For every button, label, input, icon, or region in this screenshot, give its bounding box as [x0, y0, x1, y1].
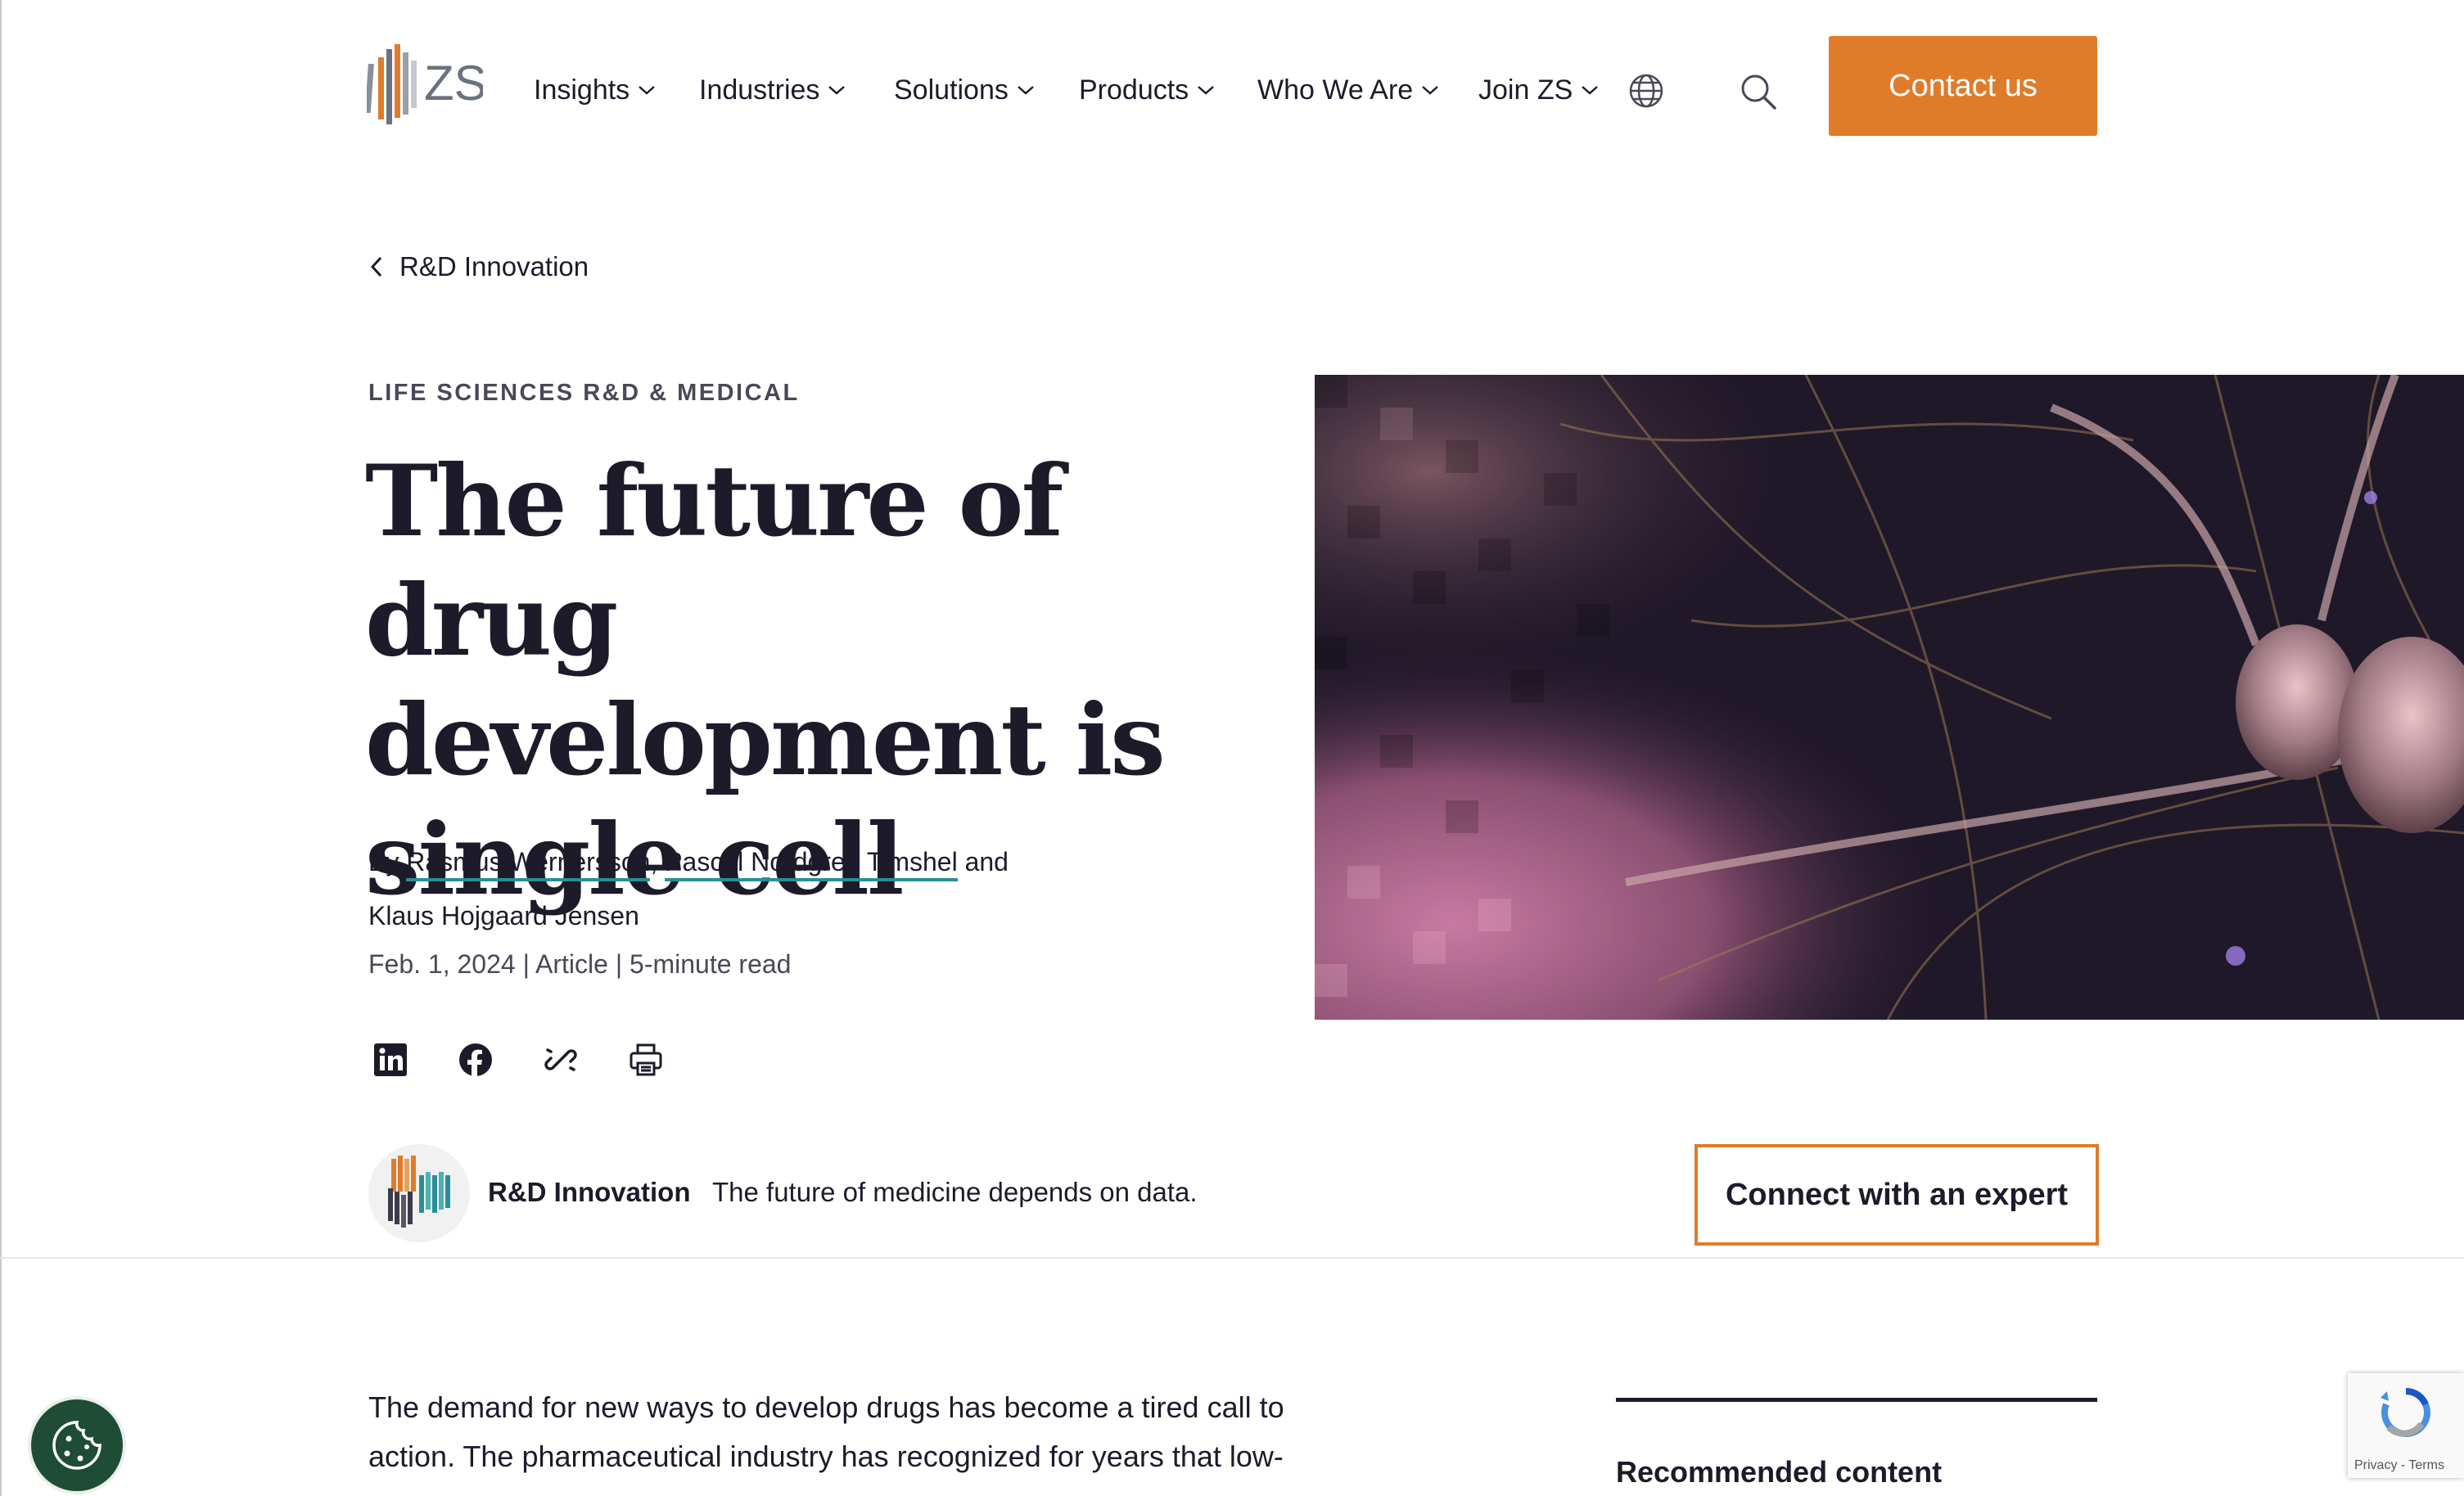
zs-logo[interactable]: ZS [364, 39, 487, 129]
chevron-down-icon [1198, 86, 1215, 95]
cookie-icon [52, 1421, 102, 1470]
article-category: LIFE SCIENCES R&D & MEDICAL [368, 380, 800, 406]
chevron-down-icon [1422, 86, 1439, 95]
chevron-down-icon [1582, 86, 1599, 95]
nav-who-we-are[interactable]: Who We Are [1257, 67, 1439, 113]
connect-expert-button[interactable]: Connect with an expert [1695, 1144, 2099, 1246]
search-icon[interactable] [1739, 72, 1778, 111]
nav-join-zs[interactable]: Join ZS [1478, 67, 1599, 113]
title-line: The future of drug [365, 444, 1063, 678]
author-link[interactable]: Klaus Hojgaard Jensen [368, 901, 639, 930]
article-body-intro: The demand for new ways to develop drugs… [368, 1390, 1284, 1473]
nav-label: Solutions [894, 74, 1009, 106]
globe-icon[interactable] [1627, 72, 1665, 110]
nav-products[interactable]: Products [1079, 67, 1215, 113]
logo-text: ZS [424, 56, 483, 110]
chevron-down-icon [639, 86, 656, 95]
site-header: ZS Insights Industries Solutions Product… [0, 0, 2464, 164]
nav-label: Products [1079, 74, 1189, 106]
hero-image [1315, 375, 2464, 1020]
nav-label: Join ZS [1478, 74, 1573, 106]
recaptcha-badge[interactable]: Privacy - Terms [2348, 1373, 2464, 1478]
nav-label: Industries [699, 74, 820, 106]
window-edge [0, 0, 2, 1496]
topic-description: The future of medicine depends on data. [712, 1177, 1198, 1207]
nav-solutions[interactable]: Solutions [894, 67, 1035, 113]
author-separator: , [650, 847, 658, 876]
author-link[interactable]: Pascal Nordgren Timshel [665, 847, 958, 881]
nav-industries[interactable]: Industries [699, 67, 846, 113]
chevron-left-icon [370, 256, 382, 277]
chevron-down-icon [1018, 86, 1034, 95]
breadcrumb[interactable]: R&D Innovation [370, 247, 589, 286]
nav-insights[interactable]: Insights [534, 67, 656, 113]
author-and: and [964, 847, 1009, 876]
link-icon[interactable] [539, 1038, 583, 1082]
sidebar-rule [1616, 1398, 2097, 1402]
recommended-content-title: Recommended content [1616, 1455, 1943, 1489]
facebook-icon[interactable] [454, 1038, 498, 1082]
contact-us-button[interactable]: Contact us [1829, 36, 2097, 136]
title-line: development is [365, 683, 1166, 798]
chevron-down-icon [828, 86, 846, 95]
author-link[interactable]: Rasmus Wernersson [406, 847, 651, 881]
topic-logo [368, 1144, 470, 1242]
section-divider [0, 1257, 2464, 1259]
by-prefix: By [368, 847, 399, 876]
recaptcha-icon [2381, 1388, 2430, 1437]
cookie-settings-button[interactable] [28, 1396, 126, 1494]
recaptcha-links[interactable]: Privacy - Terms [2354, 1458, 2444, 1473]
nav-label: Insights [534, 74, 630, 106]
linkedin-icon[interactable] [368, 1038, 413, 1082]
breadcrumb-label: R&D Innovation [399, 251, 589, 282]
topic-name[interactable]: R&D Innovation [488, 1177, 690, 1208]
nav-label: Who We Are [1257, 74, 1414, 106]
article-meta: Feb. 1, 2024 | Article | 5-minute read [368, 949, 792, 979]
article-authors: By Rasmus Wernersson, Pascal Nordgren Ti… [368, 835, 1187, 943]
print-icon[interactable] [624, 1038, 668, 1082]
